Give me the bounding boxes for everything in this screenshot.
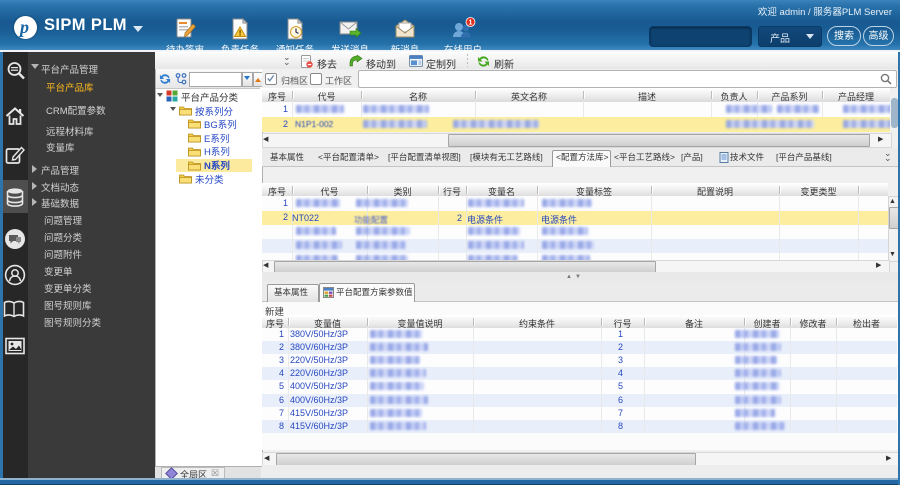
svg-text:1: 1 bbox=[469, 19, 473, 26]
